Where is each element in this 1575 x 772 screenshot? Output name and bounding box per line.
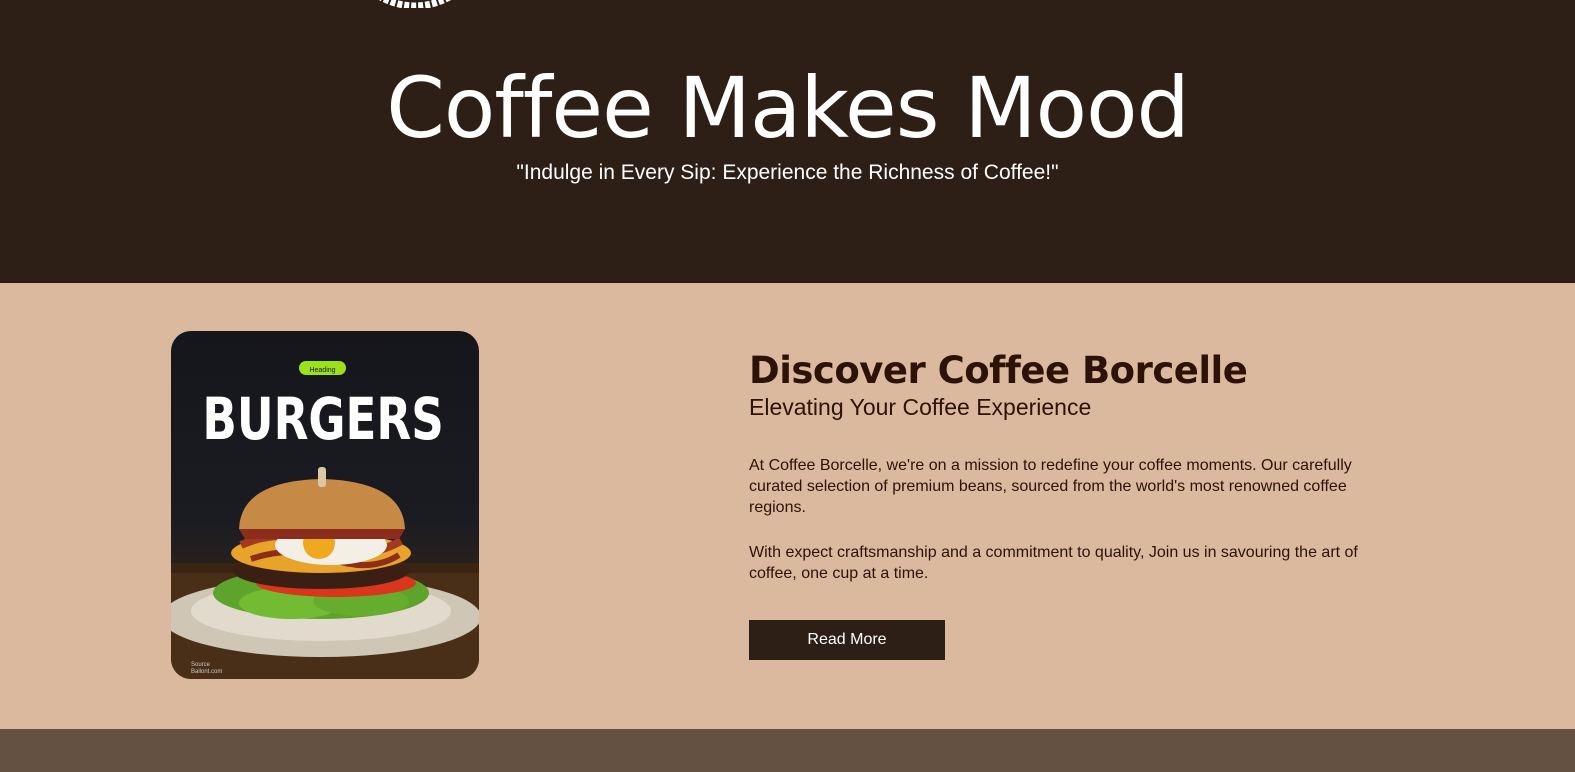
image-source-label: Source — [191, 662, 211, 668]
about-paragraph-craftsmanship: With expect craftsmanship and a commitme… — [749, 544, 1358, 582]
about-paragraph-mission: At Coffee Borcelle, we're on a mission t… — [749, 457, 1352, 516]
read-more-button[interactable]: Read More — [749, 620, 945, 660]
hero-section: Coffee Makes Mood "Indulge in Every Sip:… — [0, 0, 1575, 283]
image-badge-text: Heading — [309, 367, 335, 374]
logo — [368, 0, 462, 8]
image-source-site: Ballont.com — [191, 669, 222, 675]
about-section: Heading BURGERS Source Ballont.com Disco… — [0, 283, 1575, 729]
about-subheading: Elevating Your Coffee Experience — [749, 394, 1092, 420]
footer-section — [0, 729, 1575, 772]
image-title: BURGERS — [202, 387, 443, 454]
hero-tagline: "Indulge in Every Sip: Experience the Ri… — [516, 161, 1059, 184]
burger-image: Heading BURGERS Source Ballont.com — [171, 331, 479, 679]
about-heading: Discover Coffee Borcelle — [749, 349, 1248, 392]
hero-title: Coffee Makes Mood — [386, 59, 1190, 157]
about-text-block: Discover Coffee Borcelle Elevating Your … — [749, 349, 1389, 660]
